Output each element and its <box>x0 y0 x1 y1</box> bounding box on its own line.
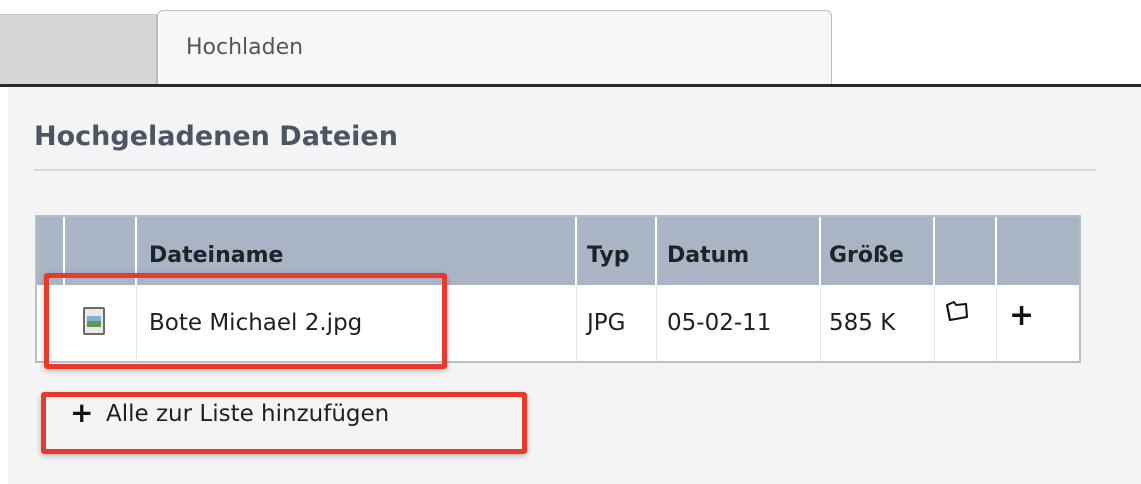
header-datum[interactable]: Datum <box>657 217 821 285</box>
tab-hochladen[interactable]: Hochladen <box>157 10 832 86</box>
tab-previous[interactable] <box>0 14 157 84</box>
highlight-box-filename <box>44 273 447 369</box>
type-cell: JPG <box>577 285 657 361</box>
header-cell-action1 <box>935 217 997 285</box>
header-groesse[interactable]: Größe <box>821 217 935 285</box>
header-cell-action2 <box>997 217 1079 285</box>
tab-bar: Hochladen <box>0 0 1141 90</box>
tab-hochladen-label: Hochladen <box>186 35 304 60</box>
highlight-box-add-all <box>41 392 527 454</box>
size-cell: 585 K <box>821 285 935 361</box>
add-file-cell[interactable]: + <box>997 285 1079 361</box>
section-divider <box>34 169 1096 171</box>
header-typ[interactable]: Typ <box>577 217 657 285</box>
section-title: Hochgeladenen Dateien <box>34 121 398 152</box>
folder-icon[interactable] <box>944 299 970 323</box>
date-cell: 05-02-11 <box>657 285 821 361</box>
open-folder-cell[interactable] <box>935 285 997 361</box>
plus-icon[interactable]: + <box>1009 301 1034 331</box>
